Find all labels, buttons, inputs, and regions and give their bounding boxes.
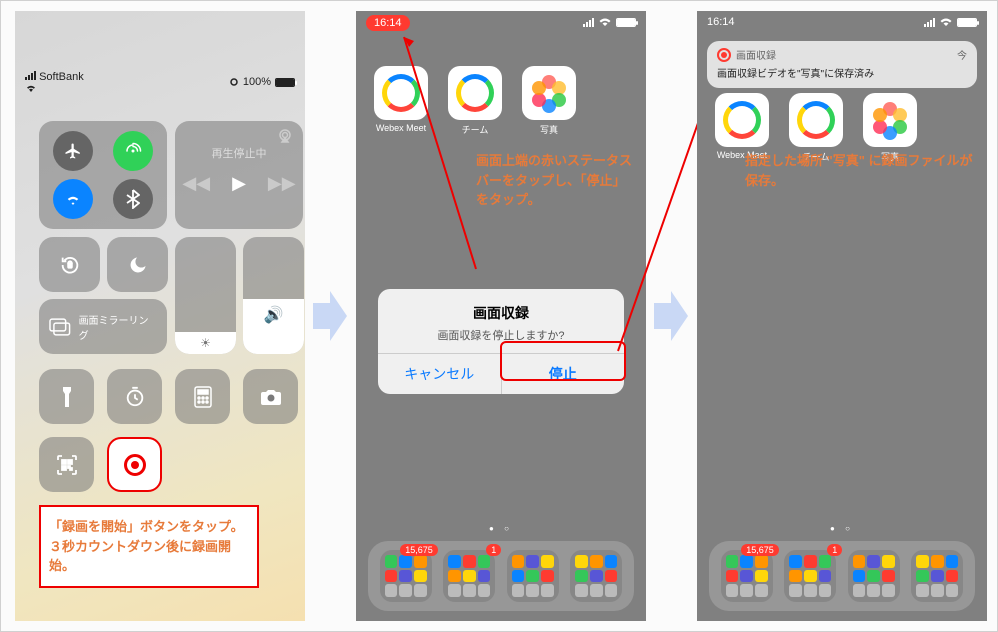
- connectivity-tile[interactable]: [39, 121, 167, 229]
- dock-folder-3[interactable]: [848, 550, 900, 602]
- status-bar: 16:14: [697, 11, 987, 33]
- airplane-icon[interactable]: [53, 131, 93, 171]
- brightness-slider[interactable]: ☀: [175, 237, 236, 354]
- battery-icon: [957, 18, 977, 27]
- camera-button[interactable]: [243, 369, 298, 424]
- volume-slider[interactable]: 🔊: [243, 237, 304, 354]
- recording-dot-icon: [229, 77, 239, 87]
- mirror-icon: [49, 318, 71, 336]
- carrier-label: SoftBank: [25, 71, 84, 93]
- dock-folder-1[interactable]: 15,675: [721, 550, 773, 602]
- orientation-lock-button[interactable]: [39, 237, 100, 292]
- media-status-label: 再生停止中: [175, 145, 303, 161]
- bluetooth-icon[interactable]: [113, 179, 153, 219]
- flow-arrow-1: [313, 291, 347, 341]
- app-photos[interactable]: 写真: [522, 66, 576, 136]
- qr-code-button[interactable]: [39, 437, 94, 492]
- page-indicator: ● ○: [356, 524, 646, 533]
- alert-cancel-button[interactable]: キャンセル: [378, 354, 501, 394]
- annotation-note-1: 「録画を開始」ボタンをタップ。３秒カウントダウン後に録画開始。: [39, 505, 259, 588]
- battery-icon: [275, 78, 295, 87]
- play-icon[interactable]: ▶: [232, 173, 246, 194]
- screen-record-button[interactable]: [107, 437, 162, 492]
- dock-folder-3[interactable]: [507, 550, 559, 602]
- signal-icon: [25, 71, 36, 80]
- timer-button[interactable]: [107, 369, 162, 424]
- battery-pct: 100%: [243, 76, 271, 88]
- wifi-icon: [598, 17, 612, 27]
- dock-folder-2[interactable]: 1: [784, 550, 836, 602]
- record-icon: [124, 454, 146, 476]
- status-bar: SoftBank 100%: [15, 71, 305, 93]
- dock-folder-4[interactable]: [570, 550, 622, 602]
- cellular-icon[interactable]: [113, 131, 153, 171]
- airplay-icon[interactable]: [277, 129, 293, 143]
- phone-stop-recording: 16:14 Webex Meet チーム 写真 画面上端の赤いステータスバーをタ…: [356, 11, 646, 621]
- dock-folder-1[interactable]: 15,675: [380, 550, 432, 602]
- alert-title: 画面収録: [473, 305, 529, 321]
- phone-control-center: SoftBank 100% 再生停止中 ◀◀ ▶ ▶▶ 画面ミラーリング ☀ 🔊: [15, 11, 305, 621]
- flow-arrow-2: [654, 291, 688, 341]
- battery-icon: [616, 18, 636, 27]
- next-track-icon[interactable]: ▶▶: [268, 173, 296, 194]
- page-indicator: ● ○: [697, 524, 987, 533]
- volume-icon: 🔊: [264, 305, 284, 325]
- saved-notification[interactable]: 画面収録 今 画面収録ビデオを"写真"に保存済み: [707, 41, 977, 88]
- signal-icon: [924, 18, 935, 27]
- calculator-button[interactable]: [175, 369, 230, 424]
- brightness-icon: ☀: [200, 336, 211, 350]
- annotation-note-3: 指定した場所 "写真" に録画ファイルが保存。: [745, 151, 975, 190]
- phone-saved-notification: 16:14 画面収録 今 画面収録ビデオを"写真"に保存済み Webex Mee…: [697, 11, 987, 621]
- time-label: 16:14: [707, 16, 735, 28]
- wifi-icon: [939, 17, 953, 27]
- media-tile[interactable]: 再生停止中 ◀◀ ▶ ▶▶: [175, 121, 303, 229]
- mirror-label: 画面ミラーリング: [79, 312, 157, 342]
- signal-icon: [583, 18, 594, 27]
- flashlight-button[interactable]: [39, 369, 94, 424]
- notif-body: 画面収録ビデオを"写真"に保存済み: [717, 65, 967, 80]
- prev-track-icon[interactable]: ◀◀: [182, 173, 210, 194]
- wifi-toggle-icon[interactable]: [53, 179, 93, 219]
- dock-folder-4[interactable]: [911, 550, 963, 602]
- annotation-arrow-to-pill: [396, 29, 486, 279]
- screen-mirroring-button[interactable]: 画面ミラーリング: [39, 299, 167, 354]
- dock: 15,675 1: [368, 541, 634, 611]
- do-not-disturb-button[interactable]: [107, 237, 168, 292]
- wifi-icon: [25, 83, 37, 93]
- dock-folder-2[interactable]: 1: [443, 550, 495, 602]
- notif-app-name: 画面収録: [736, 47, 776, 62]
- record-icon: [717, 48, 731, 62]
- notif-when: 今: [957, 47, 967, 62]
- dock: 15,675 1: [709, 541, 975, 611]
